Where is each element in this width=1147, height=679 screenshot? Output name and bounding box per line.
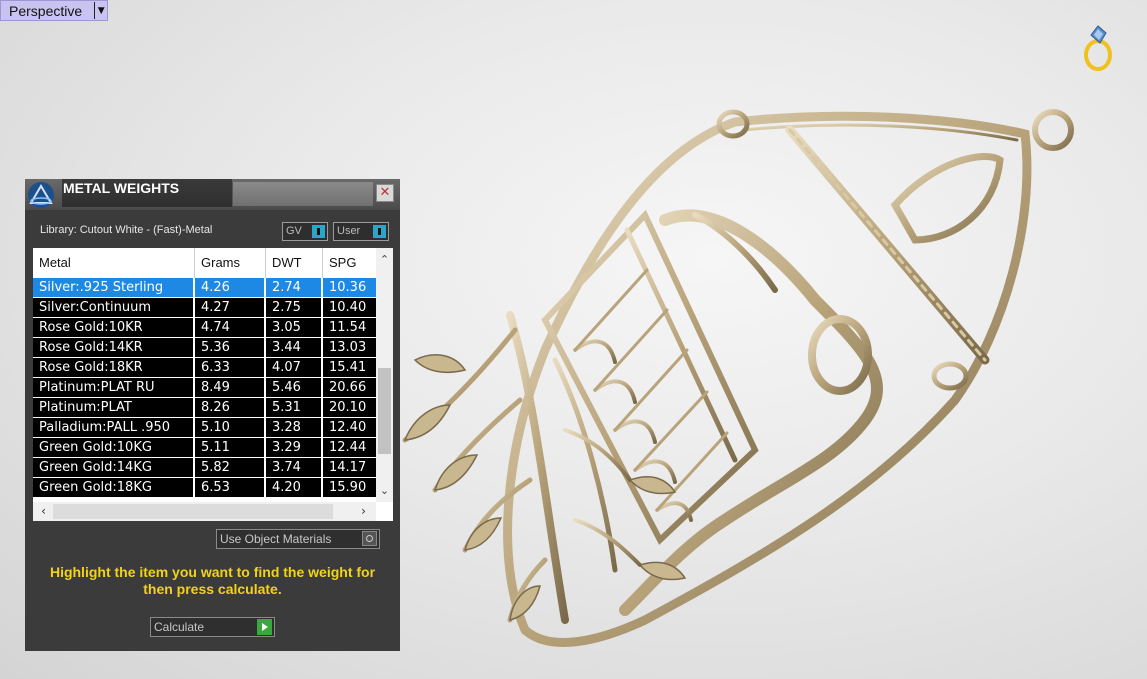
table-body: Silver:.925 Sterling 4.26 2.74 10.36 Silver:… bbox=[33, 278, 376, 498]
table-row[interactable]: Platinum:PLAT 8.26 5.31 20.10 bbox=[33, 398, 376, 418]
user-toggle[interactable]: User bbox=[333, 222, 389, 241]
spg-cell: 10.36 bbox=[323, 278, 376, 298]
dropdown-arrow-icon[interactable]: ▼ bbox=[94, 2, 107, 19]
table-row[interactable]: Platinum:PLAT RU 8.49 5.46 20.66 bbox=[33, 378, 376, 398]
table-row[interactable]: Silver:.925 Sterling 4.26 2.74 10.36 bbox=[33, 278, 376, 298]
dwt-cell: 4.07 bbox=[266, 358, 323, 378]
dwt-cell: 3.74 bbox=[266, 458, 323, 478]
grams-cell: 8.26 bbox=[195, 398, 266, 418]
spg-cell: 14.17 bbox=[323, 458, 376, 478]
metal-cell: Rose Gold:14KR bbox=[33, 338, 195, 358]
spg-cell: 20.10 bbox=[323, 398, 376, 418]
dwt-cell: 2.74 bbox=[266, 278, 323, 298]
table-row[interactable]: Silver:Continuum 4.27 2.75 10.40 bbox=[33, 298, 376, 318]
radio-icon[interactable] bbox=[362, 531, 377, 546]
table-row[interactable]: Green Gold:14KG 5.82 3.74 14.17 bbox=[33, 458, 376, 478]
dwt-cell: 5.46 bbox=[266, 378, 323, 398]
grams-cell: 5.10 bbox=[195, 418, 266, 438]
toggle-switch-icon bbox=[312, 225, 325, 238]
scroll-up-icon[interactable]: ⌃ bbox=[376, 251, 393, 268]
header-dwt[interactable]: DWT bbox=[266, 248, 323, 278]
dwt-cell: 4.20 bbox=[266, 478, 323, 498]
dwt-cell: 2.75 bbox=[266, 298, 323, 318]
grams-cell: 4.74 bbox=[195, 318, 266, 338]
scrollbar-thumb[interactable] bbox=[378, 368, 391, 454]
header-spg[interactable]: SPG bbox=[323, 248, 376, 278]
dwt-cell: 3.44 bbox=[266, 338, 323, 358]
spg-cell: 10.40 bbox=[323, 298, 376, 318]
spg-cell: 12.44 bbox=[323, 438, 376, 458]
calculate-button[interactable]: Calculate bbox=[150, 617, 275, 637]
spg-cell: 13.03 bbox=[323, 338, 376, 358]
panel-title: METAL WEIGHTS bbox=[62, 179, 232, 207]
spg-cell: 15.90 bbox=[323, 478, 376, 498]
metal-cell: Rose Gold:10KR bbox=[33, 318, 195, 338]
scroll-left-icon[interactable]: ‹ bbox=[35, 502, 52, 521]
spg-cell: 15.41 bbox=[323, 358, 376, 378]
pendant-3d-model bbox=[402, 109, 1074, 647]
viewport-tab[interactable]: Perspective ▼ bbox=[0, 0, 108, 21]
user-toggle-label: User bbox=[337, 225, 361, 237]
table-row[interactable]: Green Gold:18KG 6.53 4.20 15.90 bbox=[33, 478, 376, 498]
grams-cell: 5.11 bbox=[195, 438, 266, 458]
metal-cell: Platinum:PLAT bbox=[33, 398, 195, 418]
metal-cell: Silver:.925 Sterling bbox=[33, 278, 195, 298]
table-row[interactable]: Rose Gold:14KR 5.36 3.44 13.03 bbox=[33, 338, 376, 358]
spg-cell: 20.66 bbox=[323, 378, 376, 398]
library-label: Library: Cutout White - (Fast)-Metal bbox=[40, 224, 213, 236]
grams-cell: 5.36 bbox=[195, 338, 266, 358]
scroll-down-icon[interactable]: ⌄ bbox=[376, 482, 393, 499]
scrollbar-thumb[interactable] bbox=[53, 504, 333, 519]
dwt-cell: 3.05 bbox=[266, 318, 323, 338]
ring-icon[interactable] bbox=[1078, 23, 1118, 73]
use-object-materials-option[interactable]: Use Object Materials bbox=[216, 529, 380, 549]
metal-cell: Silver:Continuum bbox=[33, 298, 195, 318]
use-object-materials-label: Use Object Materials bbox=[220, 532, 332, 546]
viewport-label: Perspective bbox=[9, 2, 83, 19]
toggle-switch-icon bbox=[373, 225, 386, 238]
metal-cell: Rose Gold:18KR bbox=[33, 358, 195, 378]
grams-cell: 4.26 bbox=[195, 278, 266, 298]
spg-cell: 12.40 bbox=[323, 418, 376, 438]
metal-cell: Platinum:PLAT RU bbox=[33, 378, 195, 398]
instruction-text: Highlight the item you want to find the … bbox=[49, 564, 376, 597]
dwt-cell: 3.28 bbox=[266, 418, 323, 438]
grams-cell: 6.33 bbox=[195, 358, 266, 378]
grams-cell: 8.49 bbox=[195, 378, 266, 398]
horizontal-scrollbar[interactable]: ‹ › bbox=[33, 502, 376, 521]
dwt-cell: 5.31 bbox=[266, 398, 323, 418]
calculate-label: Calculate bbox=[154, 620, 205, 634]
table-row[interactable]: Rose Gold:18KR 6.33 4.07 15.41 bbox=[33, 358, 376, 378]
metal-cell: Palladium:PALL .950 bbox=[33, 418, 195, 438]
table-row[interactable]: Palladium:PALL .950 5.10 3.28 12.40 bbox=[33, 418, 376, 438]
grams-cell: 5.82 bbox=[195, 458, 266, 478]
header-metal[interactable]: Metal bbox=[33, 248, 195, 278]
table-row[interactable]: Rose Gold:10KR 4.74 3.05 11.54 bbox=[33, 318, 376, 338]
dwt-cell: 3.29 bbox=[266, 438, 323, 458]
metal-table: Metal Grams DWT SPG Silver:.925 Sterling… bbox=[33, 248, 393, 521]
cad-logo-icon bbox=[28, 182, 54, 208]
vertical-scrollbar[interactable]: ⌃ ⌄ bbox=[376, 248, 393, 502]
close-icon[interactable]: ✕ bbox=[376, 184, 394, 202]
table-header: Metal Grams DWT SPG bbox=[33, 248, 376, 278]
metal-cell: Green Gold:10KG bbox=[33, 438, 195, 458]
metal-cell: Green Gold:14KG bbox=[33, 458, 195, 478]
gv-toggle-label: GV bbox=[286, 225, 302, 237]
header-grams[interactable]: Grams bbox=[195, 248, 266, 278]
play-arrow-icon bbox=[257, 619, 272, 635]
titlebar-fill bbox=[232, 182, 373, 206]
metal-cell: Green Gold:18KG bbox=[33, 478, 195, 498]
gv-toggle[interactable]: GV bbox=[282, 222, 328, 241]
scroll-right-icon[interactable]: › bbox=[355, 502, 372, 521]
metal-weights-panel: METAL WEIGHTS ✕ Library: Cutout White - … bbox=[25, 179, 400, 651]
panel-titlebar[interactable]: METAL WEIGHTS ✕ bbox=[25, 179, 400, 210]
grams-cell: 4.27 bbox=[195, 298, 266, 318]
grams-cell: 6.53 bbox=[195, 478, 266, 498]
spg-cell: 11.54 bbox=[323, 318, 376, 338]
table-row[interactable]: Green Gold:10KG 5.11 3.29 12.44 bbox=[33, 438, 376, 458]
